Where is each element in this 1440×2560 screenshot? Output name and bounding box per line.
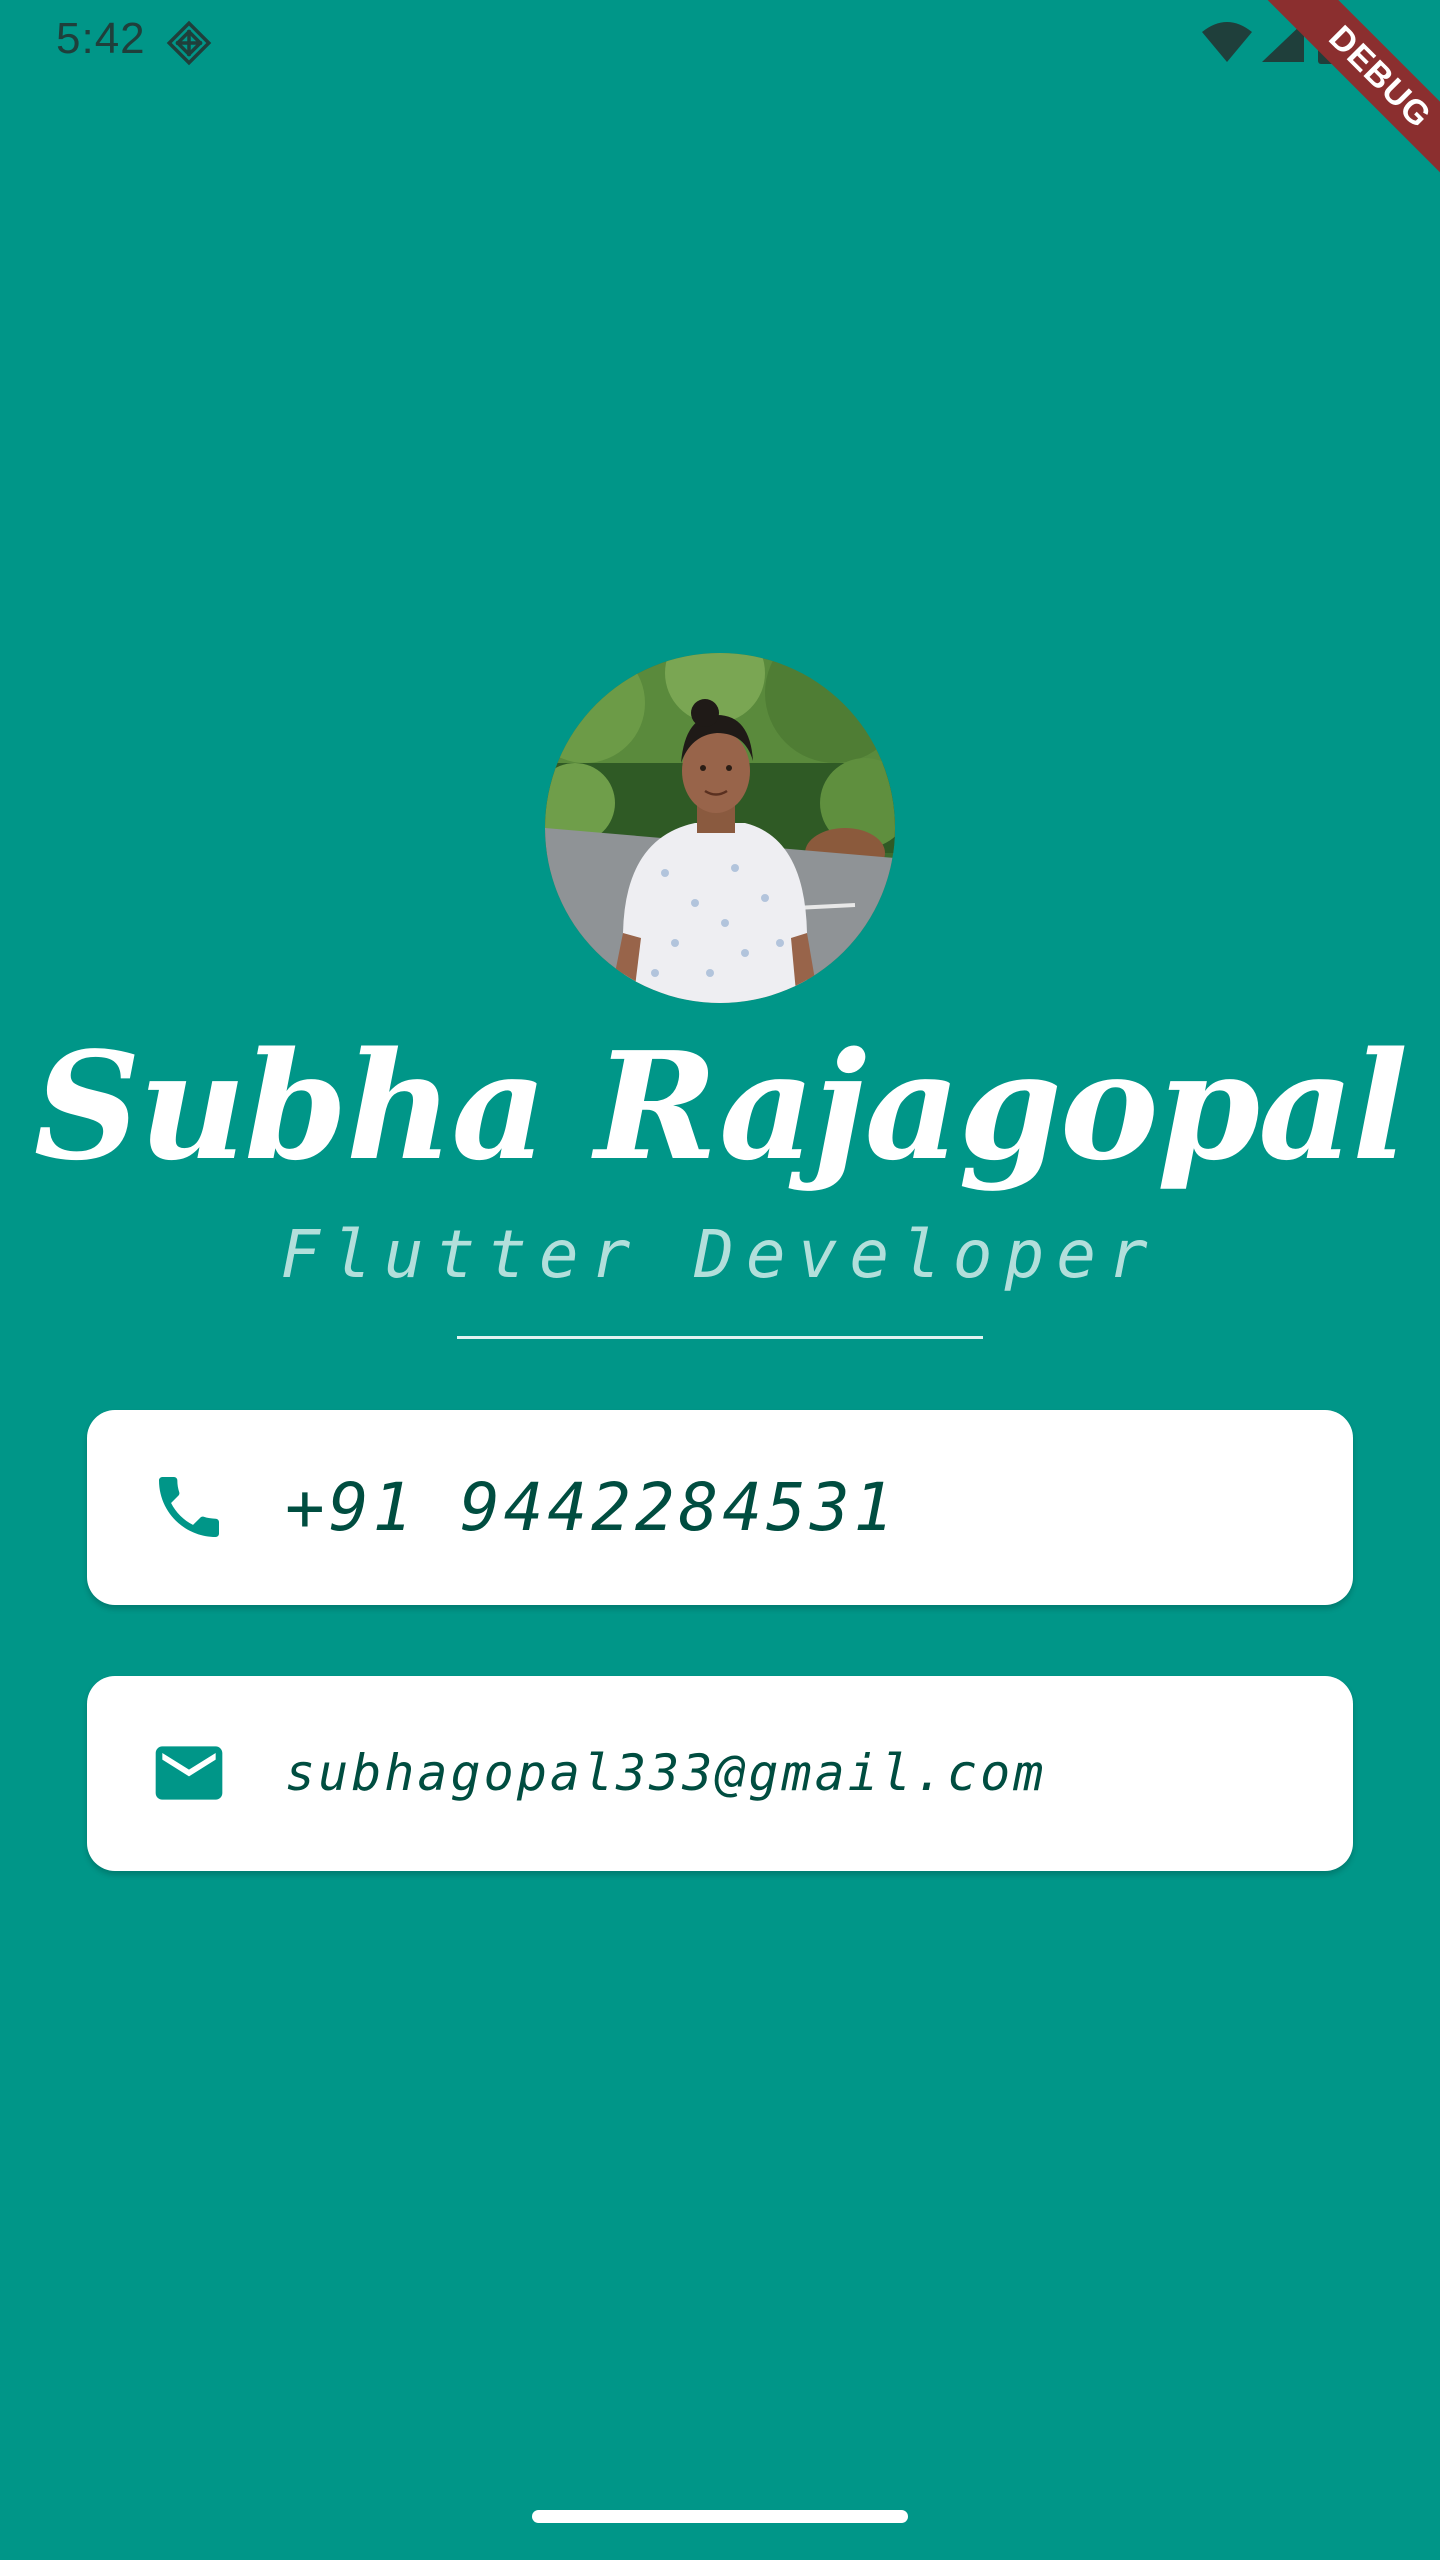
status-bar: 5:42 [0, 0, 1440, 84]
profile-name: Subha Rajagopal [33, 1019, 1409, 1193]
profile-photo [545, 653, 895, 1003]
mail-icon [149, 1733, 229, 1813]
wifi-icon [1200, 20, 1254, 64]
phone-card[interactable]: +91 9442284531 [87, 1410, 1353, 1605]
status-time: 5:42 [56, 14, 146, 63]
phone-icon [149, 1467, 229, 1547]
status-icons [1200, 16, 1360, 68]
app-notification-icon [164, 18, 214, 68]
divider [457, 1336, 983, 1339]
email-card[interactable]: subhagopal333@gmail.com [87, 1676, 1353, 1871]
cell-signal-icon [1260, 20, 1306, 64]
battery-icon [1316, 16, 1344, 66]
profile-title: Flutter Developer [280, 1216, 1160, 1293]
home-indicator[interactable] [532, 2510, 908, 2523]
email-address: subhagopal333@gmail.com [285, 1744, 1047, 1802]
profile-photo-image [545, 653, 895, 1003]
phone-number: +91 9442284531 [285, 1469, 898, 1546]
